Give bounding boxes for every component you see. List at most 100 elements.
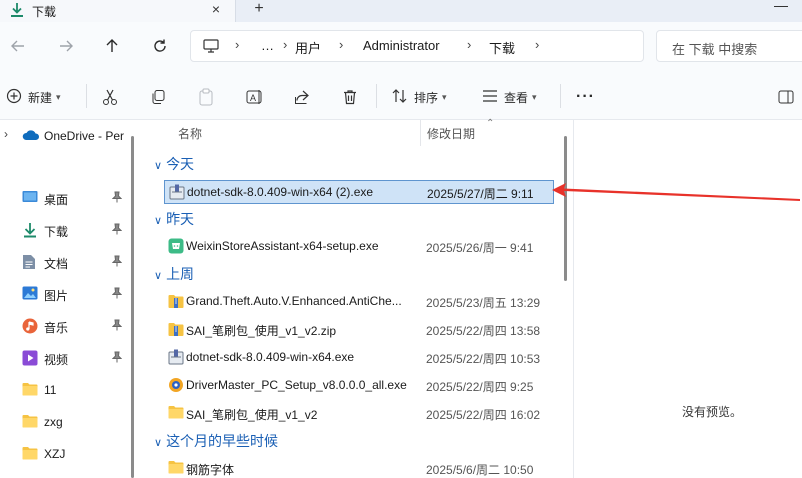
column-header-modified[interactable]: 修改日期 xyxy=(427,125,475,151)
up-icon[interactable] xyxy=(100,34,124,58)
breadcrumb-chevron-icon: › xyxy=(535,37,540,52)
sidebar-item-folder-11[interactable]: 11 xyxy=(0,376,130,404)
search-box[interactable]: 在 下载 中搜索 xyxy=(656,30,802,62)
sidebar-item-label: 桌面 xyxy=(44,193,69,207)
group-header-last-week[interactable]: ∨ 上周 xyxy=(154,264,194,288)
no-preview-text: 没有预览。 xyxy=(682,405,743,419)
installer-icon xyxy=(168,349,184,365)
more-options-button[interactable]: ··· xyxy=(576,86,595,108)
pin-icon[interactable] xyxy=(111,351,124,365)
minimize-icon[interactable] xyxy=(774,6,788,7)
sidebar-item-onedrive[interactable]: › OneDrive - Per xyxy=(0,122,130,150)
rename-icon: A xyxy=(246,90,262,104)
file-row[interactable]: SAI_笔刷包_使用_v1_v2.zip 2025/5/22/周四 13:58 xyxy=(164,318,554,342)
tab-downloads[interactable]: 下载 × xyxy=(0,0,236,22)
close-icon[interactable]: × xyxy=(208,0,224,18)
file-date: 2025/5/23/周五 13:29 xyxy=(426,296,541,310)
group-header-today[interactable]: ∨ 今天 xyxy=(154,154,194,178)
chevron-right-icon: › xyxy=(4,127,8,141)
pin-icon[interactable] xyxy=(111,255,124,269)
file-date: 2025/5/6/周二 10:50 xyxy=(426,463,534,477)
breadcrumb-users[interactable]: 用户 xyxy=(295,38,321,57)
delete-button[interactable] xyxy=(342,86,358,108)
column-header-name[interactable]: 名称 xyxy=(178,125,202,151)
navigation-pane: › OneDrive - Per 桌面 下载 文档 图片 音乐 视频 11 zx… xyxy=(0,120,134,478)
sidebar-item-documents[interactable]: 文档 xyxy=(0,248,130,276)
file-row[interactable]: Grand.Theft.Auto.V.Enhanced.AntiChe... 2… xyxy=(164,290,554,314)
details-pane-button[interactable] xyxy=(778,86,794,108)
breadcrumb-chevron-icon: › xyxy=(467,37,472,52)
pin-icon[interactable] xyxy=(111,287,124,301)
breadcrumb-overflow[interactable]: … xyxy=(261,38,274,53)
red-arrow-annotation xyxy=(552,183,800,201)
chevron-down-icon: ▾ xyxy=(442,91,447,102)
chevron-down-icon: ∨ xyxy=(154,160,163,172)
pin-icon[interactable] xyxy=(111,191,124,205)
sidebar-item-downloads[interactable]: 下载 xyxy=(0,216,130,244)
column-divider[interactable] xyxy=(420,120,421,146)
group-header-earlier-this-month[interactable]: ∨ 这个月的早些时候 xyxy=(154,431,278,455)
sidebar-item-desktop[interactable]: 桌面 xyxy=(0,184,130,212)
folder-icon xyxy=(22,414,38,430)
sort-label: 排序 xyxy=(414,90,439,105)
pin-icon[interactable] xyxy=(111,319,124,333)
forward-icon[interactable] xyxy=(54,34,78,58)
sidebar-item-label: 下载 xyxy=(44,225,69,239)
file-date: 2025/5/22/周四 13:58 xyxy=(426,324,541,338)
archive-icon xyxy=(168,321,184,337)
sidebar-item-videos[interactable]: 视频 xyxy=(0,344,130,372)
pictures-icon xyxy=(22,286,38,302)
new-button[interactable]: 新建 ▾ xyxy=(6,86,61,108)
address-bar[interactable]: › … › 用户 › Administrator › 下载 › xyxy=(190,30,644,62)
rename-button[interactable]: A xyxy=(246,86,264,108)
group-header-yesterday[interactable]: ∨ 昨天 xyxy=(154,209,194,233)
preview-pane: 没有预览。 xyxy=(573,120,802,478)
chevron-down-icon: ∨ xyxy=(154,270,163,282)
breadcrumb-administrator[interactable]: Administrator xyxy=(363,38,440,53)
paste-icon xyxy=(199,88,213,106)
sidebar-item-music[interactable]: 音乐 xyxy=(0,312,130,340)
refresh-icon[interactable] xyxy=(148,34,172,58)
desktop-icon xyxy=(22,190,38,206)
pin-icon[interactable] xyxy=(111,223,124,237)
sidebar-item-pictures[interactable]: 图片 xyxy=(0,280,130,308)
new-tab-button[interactable]: + xyxy=(250,0,268,18)
download-icon xyxy=(22,222,38,238)
navigation-bar: › … › 用户 › Administrator › 下载 › 在 下载 中搜索 xyxy=(0,22,802,72)
paste-button[interactable] xyxy=(198,86,214,108)
file-date: 2025/5/22/周四 16:02 xyxy=(426,408,541,422)
sidebar-item-folder-xzj[interactable]: XZJ xyxy=(0,440,130,468)
share-icon xyxy=(295,90,309,104)
file-row[interactable]: dotnet-sdk-8.0.409-win-x64 (2).exe 2025/… xyxy=(164,180,554,204)
plus-circle-icon xyxy=(6,88,22,107)
file-name: Grand.Theft.Auto.V.Enhanced.AntiChe... xyxy=(186,294,402,308)
file-name: dotnet-sdk-8.0.409-win-x64 (2).exe xyxy=(187,185,374,199)
chevron-down-icon: ∨ xyxy=(154,437,163,449)
view-button[interactable]: 查看 ▾ xyxy=(482,86,537,108)
file-row[interactable]: SAI_笔刷包_使用_v1_v2 2025/5/22/周四 16:02 xyxy=(164,402,554,426)
file-row[interactable]: dotnet-sdk-8.0.409-win-x64.exe 2025/5/22… xyxy=(164,346,554,370)
sort-button[interactable]: 排序 ▾ xyxy=(392,86,447,108)
toolbar-divider xyxy=(86,84,87,108)
folder-icon xyxy=(22,382,38,398)
file-list-scrollbar[interactable] xyxy=(564,136,567,281)
onedrive-cloud-icon xyxy=(22,128,40,144)
file-row[interactable]: 钢筋字体 2025/5/6/周二 10:50 xyxy=(164,457,554,478)
file-row[interactable]: DriverMaster_PC_Setup_v8.0.0.0_all.exe 2… xyxy=(164,374,554,398)
sort-icon xyxy=(392,88,408,107)
copy-button[interactable] xyxy=(150,86,166,108)
back-icon[interactable] xyxy=(6,34,30,58)
copy-icon xyxy=(152,90,165,104)
chevron-down-icon: ∨ xyxy=(154,215,163,227)
breadcrumb-chevron-icon: › xyxy=(235,37,240,52)
document-icon xyxy=(22,254,38,270)
breadcrumb-downloads[interactable]: 下载 xyxy=(489,38,515,57)
download-icon xyxy=(10,2,24,18)
sidebar-item-folder-zxg[interactable]: zxg xyxy=(0,408,130,436)
file-row[interactable]: WeixinStoreAssistant-x64-setup.exe 2025/… xyxy=(164,235,554,259)
share-button[interactable] xyxy=(294,86,310,108)
cut-button[interactable] xyxy=(102,86,118,108)
group-title: 今天 xyxy=(166,156,195,172)
sidebar-scrollbar[interactable] xyxy=(131,136,134,478)
folder-icon xyxy=(168,460,184,476)
